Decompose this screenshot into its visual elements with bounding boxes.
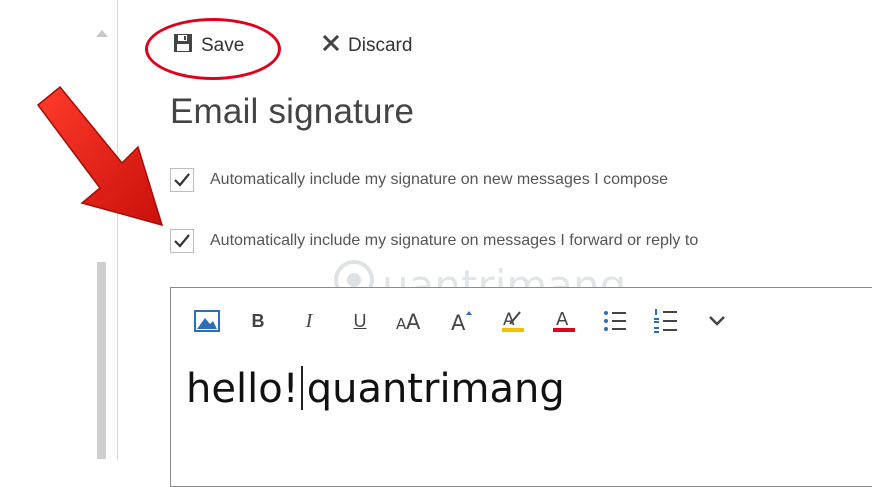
signature-text[interactable]: hello! quantrimang: [186, 366, 565, 412]
numbering-icon[interactable]: [648, 306, 684, 336]
bullets-icon[interactable]: [597, 306, 633, 336]
text-caret: [300, 366, 303, 410]
discard-label: Discard: [348, 35, 413, 56]
formatting-toolbar: B I U A A A A A: [189, 306, 750, 336]
more-options-icon[interactable]: [699, 306, 735, 336]
bold-icon[interactable]: B: [240, 306, 276, 336]
svg-text:A: A: [556, 309, 569, 330]
save-icon: [173, 33, 193, 59]
option-new-messages[interactable]: Automatically include my signature on ne…: [170, 167, 668, 193]
checkbox-forward-reply[interactable]: [170, 229, 194, 253]
underline-icon[interactable]: U: [342, 306, 378, 336]
checkmark-icon: [174, 173, 190, 187]
checkmark-icon: [174, 234, 190, 248]
close-icon: [322, 34, 340, 58]
text-after-caret: quantrimang: [306, 366, 565, 412]
highlight-icon[interactable]: A: [495, 306, 531, 336]
discard-button[interactable]: Discard: [322, 32, 412, 60]
option-label: Automatically include my signature on ne…: [210, 171, 668, 188]
option-forward-reply[interactable]: Automatically include my signature on me…: [170, 228, 698, 254]
save-label: Save: [201, 35, 245, 56]
font-color-icon[interactable]: A: [546, 306, 582, 336]
text-before-caret: hello!: [186, 366, 299, 412]
save-button[interactable]: Save: [173, 32, 244, 60]
scroll-up-arrow-icon[interactable]: [96, 30, 108, 37]
option-label: Automatically include my signature on me…: [210, 232, 699, 249]
page-title: Email signature: [170, 92, 415, 131]
svg-text:A: A: [451, 311, 466, 333]
scrollbar-thumb[interactable]: [97, 262, 106, 459]
svg-text:A: A: [406, 310, 421, 332]
insert-picture-icon[interactable]: [189, 306, 225, 336]
annotation-arrow-icon: [36, 85, 164, 227]
italic-icon[interactable]: I: [291, 306, 327, 336]
checkbox-new-messages[interactable]: [170, 168, 194, 192]
grow-font-icon[interactable]: A: [444, 306, 480, 336]
signature-editor[interactable]: B I U A A A A A hello! quantrimang: [170, 287, 872, 487]
font-size-icon[interactable]: A A: [393, 306, 429, 336]
